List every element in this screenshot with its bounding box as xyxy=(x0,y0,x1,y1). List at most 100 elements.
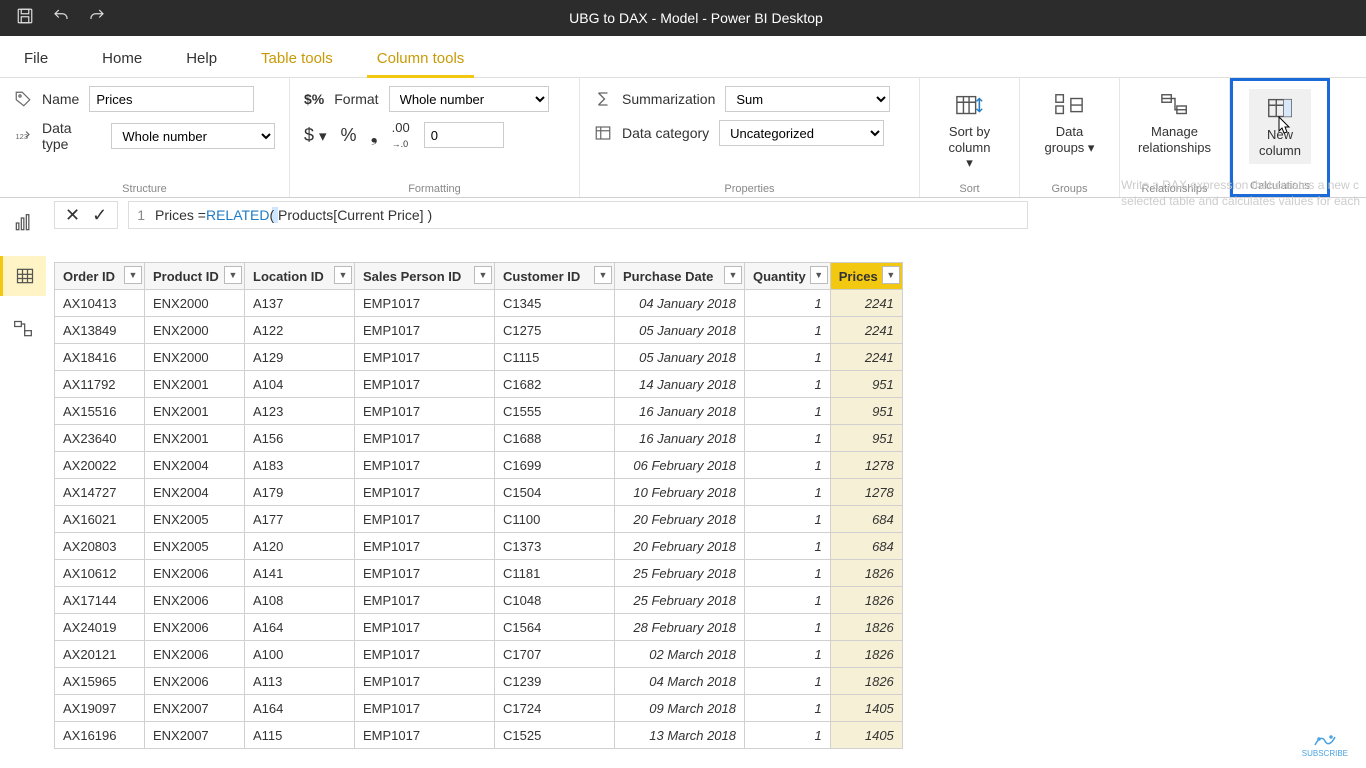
table-cell[interactable]: ENX2006 xyxy=(145,641,245,668)
table-cell[interactable]: 1 xyxy=(745,398,831,425)
table-cell[interactable]: C1707 xyxy=(495,641,615,668)
tab-table-tools[interactable]: Table tools xyxy=(239,40,355,77)
table-cell[interactable]: 1 xyxy=(745,344,831,371)
table-cell[interactable]: ENX2006 xyxy=(145,587,245,614)
table-cell[interactable]: ENX2007 xyxy=(145,722,245,749)
table-cell[interactable]: ENX2004 xyxy=(145,452,245,479)
table-cell[interactable]: C1345 xyxy=(495,290,615,317)
percent-icon[interactable]: % xyxy=(341,125,357,146)
table-cell[interactable]: AX15965 xyxy=(55,668,145,695)
table-cell[interactable]: A113 xyxy=(245,668,355,695)
filter-dropdown-icon[interactable]: ▼ xyxy=(124,266,142,284)
datatype-select[interactable]: Whole number xyxy=(111,123,275,149)
table-cell[interactable]: A104 xyxy=(245,371,355,398)
table-row[interactable]: AX24019ENX2006A164EMP1017C156428 Februar… xyxy=(55,614,903,641)
table-cell[interactable]: 1278 xyxy=(830,479,902,506)
table-cell[interactable]: 2241 xyxy=(830,290,902,317)
table-cell[interactable]: ENX2006 xyxy=(145,560,245,587)
table-cell[interactable]: EMP1017 xyxy=(355,587,495,614)
table-cell[interactable]: 1 xyxy=(745,452,831,479)
filter-dropdown-icon[interactable]: ▼ xyxy=(224,266,242,284)
table-cell[interactable]: 04 January 2018 xyxy=(615,290,745,317)
table-cell[interactable]: 1 xyxy=(745,695,831,722)
data-groups-button[interactable]: Datagroups ▾ xyxy=(1035,86,1105,161)
table-row[interactable]: AX17144ENX2006A108EMP1017C104825 Februar… xyxy=(55,587,903,614)
table-cell[interactable]: ENX2001 xyxy=(145,398,245,425)
tab-help[interactable]: Help xyxy=(164,40,239,77)
table-cell[interactable]: A141 xyxy=(245,560,355,587)
nav-model-icon[interactable] xyxy=(10,316,36,342)
formula-bar[interactable]: 1 Prices = RELATED ( Products[Current Pr… xyxy=(128,201,1028,229)
table-cell[interactable]: 20 February 2018 xyxy=(615,506,745,533)
decimals-field[interactable] xyxy=(424,122,504,148)
table-cell[interactable]: ENX2001 xyxy=(145,371,245,398)
table-cell[interactable]: 16 January 2018 xyxy=(615,425,745,452)
table-cell[interactable]: AX16196 xyxy=(55,722,145,749)
table-cell[interactable]: A164 xyxy=(245,614,355,641)
table-cell[interactable]: C1115 xyxy=(495,344,615,371)
table-cell[interactable]: AX15516 xyxy=(55,398,145,425)
table-cell[interactable]: ENX2001 xyxy=(145,425,245,452)
table-cell[interactable]: A122 xyxy=(245,317,355,344)
table-cell[interactable]: AX10612 xyxy=(55,560,145,587)
formula-commit-icon[interactable]: ✓ xyxy=(92,206,107,224)
summarization-select[interactable]: Sum xyxy=(725,86,890,112)
table-cell[interactable]: AX16021 xyxy=(55,506,145,533)
table-cell[interactable]: ENX2005 xyxy=(145,506,245,533)
table-cell[interactable]: C1682 xyxy=(495,371,615,398)
table-cell[interactable]: A123 xyxy=(245,398,355,425)
table-cell[interactable]: 1 xyxy=(745,614,831,641)
table-cell[interactable]: 10 February 2018 xyxy=(615,479,745,506)
table-cell[interactable]: ENX2006 xyxy=(145,668,245,695)
table-cell[interactable]: 2241 xyxy=(830,317,902,344)
nav-data-icon[interactable] xyxy=(0,256,46,296)
table-cell[interactable]: EMP1017 xyxy=(355,344,495,371)
table-row[interactable]: AX18416ENX2000A129EMP1017C111505 January… xyxy=(55,344,903,371)
table-row[interactable]: AX20022ENX2004A183EMP1017C169906 Februar… xyxy=(55,452,903,479)
table-cell[interactable]: C1688 xyxy=(495,425,615,452)
column-header[interactable]: Quantity▼ xyxy=(745,263,831,290)
table-cell[interactable]: ENX2007 xyxy=(145,695,245,722)
table-cell[interactable]: 684 xyxy=(830,533,902,560)
table-cell[interactable]: C1699 xyxy=(495,452,615,479)
save-icon[interactable] xyxy=(16,7,34,30)
column-header[interactable]: Customer ID▼ xyxy=(495,263,615,290)
table-cell[interactable]: A179 xyxy=(245,479,355,506)
tab-column-tools[interactable]: Column tools xyxy=(355,40,487,77)
table-cell[interactable]: C1048 xyxy=(495,587,615,614)
table-cell[interactable]: 25 February 2018 xyxy=(615,560,745,587)
table-cell[interactable]: EMP1017 xyxy=(355,317,495,344)
table-cell[interactable]: AX17144 xyxy=(55,587,145,614)
table-cell[interactable]: EMP1017 xyxy=(355,614,495,641)
table-cell[interactable]: EMP1017 xyxy=(355,560,495,587)
tab-home[interactable]: Home xyxy=(80,40,164,77)
table-row[interactable]: AX16196ENX2007A115EMP1017C152513 March 2… xyxy=(55,722,903,749)
data-table[interactable]: Order ID▼Product ID▼Location ID▼Sales Pe… xyxy=(54,262,903,749)
table-cell[interactable]: ENX2005 xyxy=(145,533,245,560)
table-cell[interactable]: A183 xyxy=(245,452,355,479)
table-cell[interactable]: AX20022 xyxy=(55,452,145,479)
table-cell[interactable]: EMP1017 xyxy=(355,479,495,506)
table-cell[interactable]: 04 March 2018 xyxy=(615,668,745,695)
table-cell[interactable]: 1278 xyxy=(830,452,902,479)
table-cell[interactable]: C1239 xyxy=(495,668,615,695)
table-cell[interactable]: 951 xyxy=(830,398,902,425)
table-cell[interactable]: 05 January 2018 xyxy=(615,317,745,344)
table-cell[interactable]: ENX2000 xyxy=(145,290,245,317)
filter-dropdown-icon[interactable]: ▼ xyxy=(474,266,492,284)
table-cell[interactable]: 1 xyxy=(745,533,831,560)
table-cell[interactable]: EMP1017 xyxy=(355,695,495,722)
table-cell[interactable]: 20 February 2018 xyxy=(615,533,745,560)
table-row[interactable]: AX14727ENX2004A179EMP1017C150410 Februar… xyxy=(55,479,903,506)
table-row[interactable]: AX15965ENX2006A113EMP1017C123904 March 2… xyxy=(55,668,903,695)
formula-cancel-icon[interactable]: ✕ xyxy=(65,206,80,224)
table-cell[interactable]: AX19097 xyxy=(55,695,145,722)
table-cell[interactable]: 1 xyxy=(745,641,831,668)
undo-icon[interactable] xyxy=(52,7,70,30)
table-cell[interactable]: EMP1017 xyxy=(355,722,495,749)
table-cell[interactable]: 1 xyxy=(745,425,831,452)
filter-dropdown-icon[interactable]: ▼ xyxy=(334,266,352,284)
table-cell[interactable]: EMP1017 xyxy=(355,668,495,695)
table-cell[interactable]: 05 January 2018 xyxy=(615,344,745,371)
table-cell[interactable]: A120 xyxy=(245,533,355,560)
